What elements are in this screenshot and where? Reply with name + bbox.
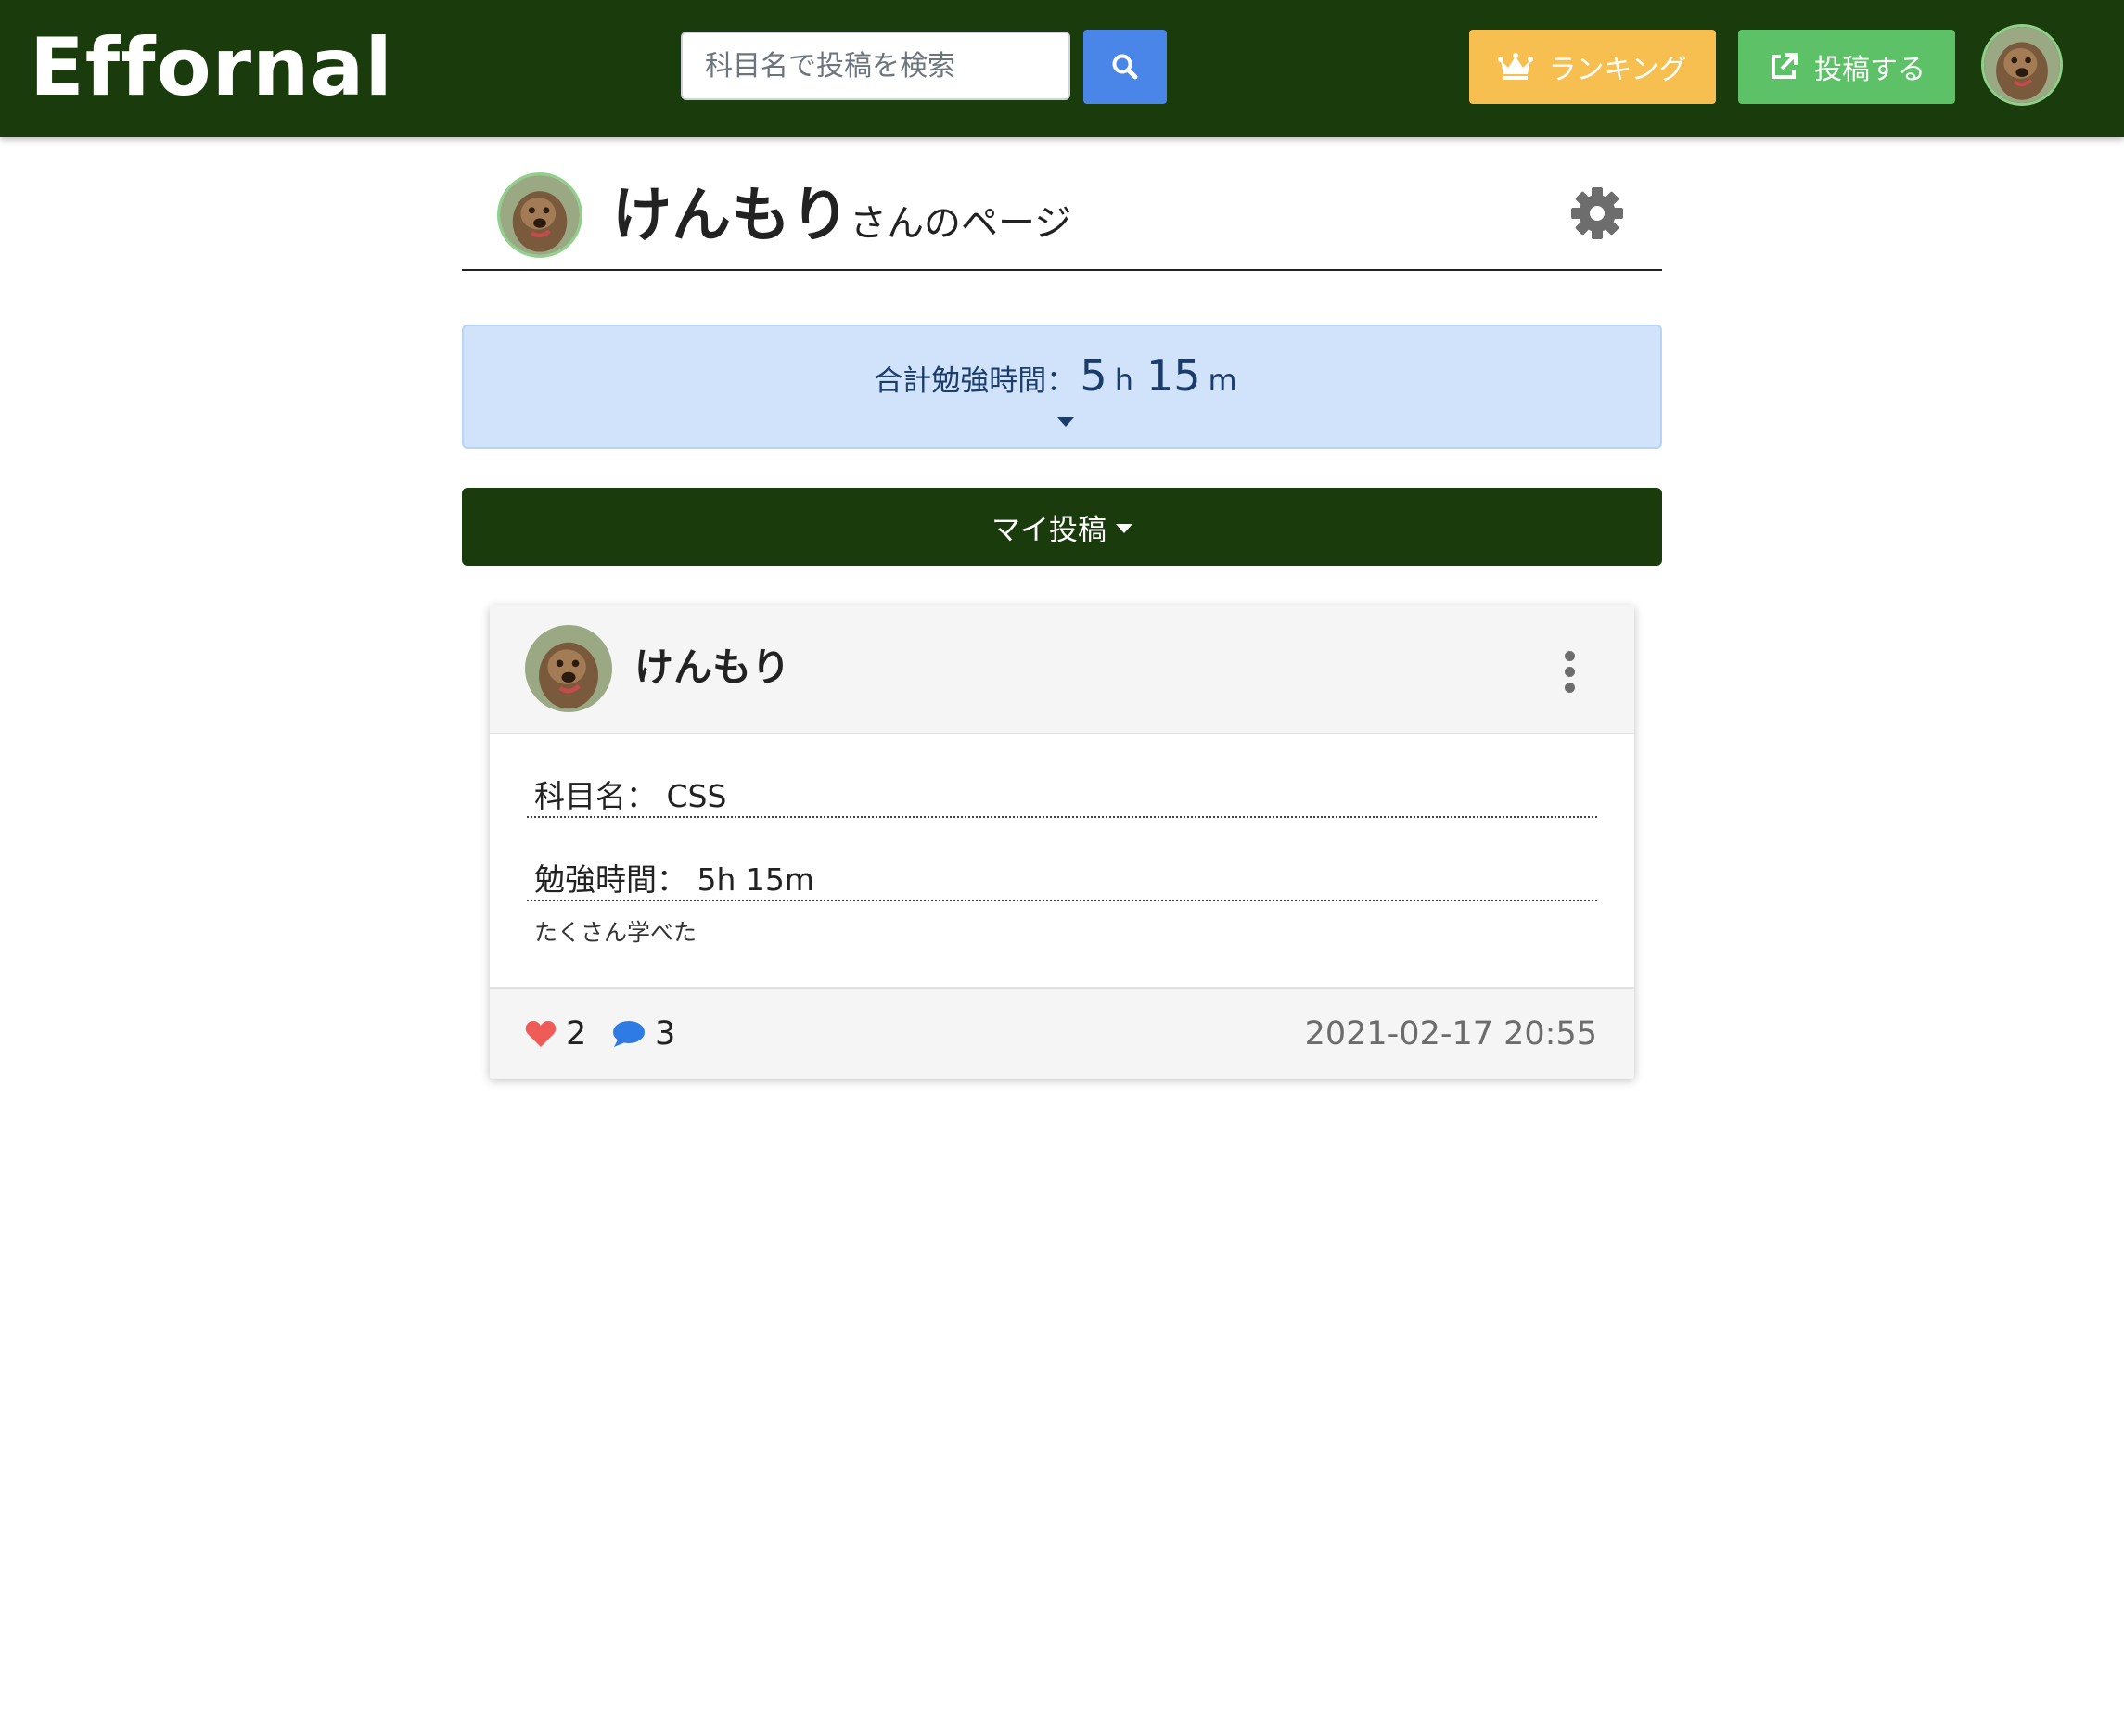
study-time-field: 勉強時間： 5h 15m (527, 855, 1597, 901)
page-title-suffix: さんのページ (850, 202, 1072, 245)
study-time-value: 5h 15m (697, 862, 815, 898)
dog-photo (1984, 27, 2060, 103)
caret-down-icon[interactable] (1057, 417, 1074, 427)
gear-icon[interactable] (1569, 185, 1625, 241)
total-study-time: 合計勉強時間： 5 h 15 m (464, 351, 1660, 401)
post-card-header: けんもり (490, 605, 1634, 734)
post-comment: たくさん学べた (534, 919, 697, 946)
hours-unit: h (1114, 363, 1133, 398)
new-post-button[interactable]: 投稿する (1738, 30, 1955, 104)
brand-logo[interactable]: Effornal (30, 17, 393, 119)
post-card: けんもり 科目名： CSS 勉強時間： 5h 15m たくさん学べた 2 3 2… (490, 605, 1634, 1079)
ranking-button[interactable]: ランキング (1469, 30, 1716, 104)
search-icon (1112, 54, 1138, 80)
like-count: 2 (566, 1015, 587, 1053)
post-author-avatar[interactable] (525, 625, 612, 712)
search-button[interactable] (1083, 30, 1167, 104)
page-title: けんもりさんのページ (612, 174, 1071, 265)
total-study-time-panel[interactable]: 合計勉強時間： 5 h 15 m (462, 325, 1662, 449)
profile-username: けんもり (612, 182, 850, 250)
subject-field: 科目名： CSS (527, 772, 1597, 818)
crown-icon (1498, 53, 1534, 80)
kebab-menu-icon[interactable] (1562, 651, 1577, 694)
dog-photo (525, 625, 612, 712)
post-author-name[interactable]: けんもり (634, 640, 790, 696)
comment-count: 3 (655, 1015, 676, 1053)
subject-value: CSS (666, 778, 727, 814)
total-label: 合計勉強時間： (874, 364, 1076, 398)
comment-button[interactable]: 3 (612, 1013, 675, 1055)
total-minutes: 15 (1145, 351, 1201, 401)
heart-icon (525, 1021, 557, 1047)
subject-label: 科目名： (534, 778, 657, 814)
user-avatar[interactable] (1981, 24, 2063, 106)
study-time-label: 勉強時間： (534, 862, 687, 898)
ranking-label: ランキング (1548, 54, 1687, 86)
external-link-icon (1772, 53, 1798, 79)
post-card-footer: 2 3 2021-02-17 20:55 (490, 987, 1634, 1079)
like-button[interactable]: 2 (525, 1013, 586, 1055)
new-post-label: 投稿する (1814, 54, 1926, 86)
my-posts-dropdown[interactable]: マイ投稿 (462, 488, 1662, 566)
page-header: けんもりさんのページ (462, 167, 1662, 271)
minutes-unit: m (1208, 363, 1237, 398)
dog-photo (500, 175, 580, 255)
search-input[interactable] (681, 32, 1070, 100)
comment-bubble-icon (613, 1021, 645, 1047)
total-hours: 5 (1080, 351, 1107, 401)
navbar: Effornal ランキング 投稿する (0, 0, 2124, 137)
my-posts-label: マイ投稿 (992, 513, 1107, 547)
caret-down-icon (1116, 524, 1132, 533)
profile-avatar (497, 172, 582, 258)
post-timestamp: 2021-02-17 20:55 (1304, 1015, 1597, 1053)
